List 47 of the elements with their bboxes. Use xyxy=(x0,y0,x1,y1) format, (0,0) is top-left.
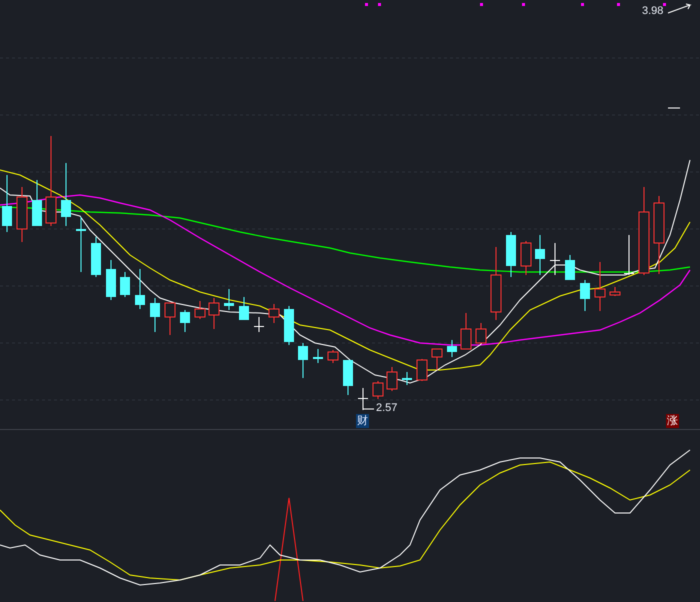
candlestick xyxy=(358,388,368,410)
event-badge[interactable]: 财 xyxy=(356,414,369,428)
candlestick xyxy=(447,340,457,358)
leader-line xyxy=(668,4,692,14)
candlestick xyxy=(460,312,472,350)
candlestick xyxy=(164,302,176,336)
leader-line xyxy=(362,400,374,410)
candlestick xyxy=(594,262,606,312)
candlestick xyxy=(106,260,116,300)
candlestick xyxy=(208,298,220,330)
event-badge[interactable]: 涨 xyxy=(666,414,679,428)
candlestick xyxy=(402,372,412,386)
candlestick xyxy=(239,296,249,320)
candlestick xyxy=(91,236,101,278)
candlestick xyxy=(2,174,12,232)
candlestick xyxy=(372,380,384,400)
candlestick xyxy=(224,288,234,310)
candlestick xyxy=(32,180,42,226)
candlestick xyxy=(298,342,308,378)
candlestick xyxy=(386,366,398,392)
candlestick xyxy=(432,348,442,370)
candlestick xyxy=(61,162,71,226)
candlestick xyxy=(194,300,206,320)
low-price-label: 2.57 xyxy=(376,403,398,414)
candlestick xyxy=(120,272,130,298)
candlestick xyxy=(535,234,545,276)
candlestick xyxy=(520,240,532,276)
candlestick xyxy=(416,358,428,382)
candlestick xyxy=(610,286,620,296)
candlestick xyxy=(268,304,280,324)
candlestick xyxy=(254,316,264,332)
candlestick xyxy=(343,360,353,396)
high-price-label: 3.98 xyxy=(642,6,664,17)
candlestick xyxy=(565,254,575,280)
candlestick xyxy=(284,306,294,346)
candlestick xyxy=(76,216,86,272)
candlestick xyxy=(506,232,516,278)
candlestick xyxy=(16,186,28,242)
candlestick xyxy=(150,298,160,332)
candlestick xyxy=(550,242,560,276)
candlestick xyxy=(476,322,486,344)
candlestick xyxy=(624,234,634,276)
candlestick xyxy=(135,268,145,310)
candlestick xyxy=(313,348,323,364)
candlestick xyxy=(328,350,338,364)
candlestick xyxy=(580,280,590,312)
candlestick xyxy=(180,310,190,332)
